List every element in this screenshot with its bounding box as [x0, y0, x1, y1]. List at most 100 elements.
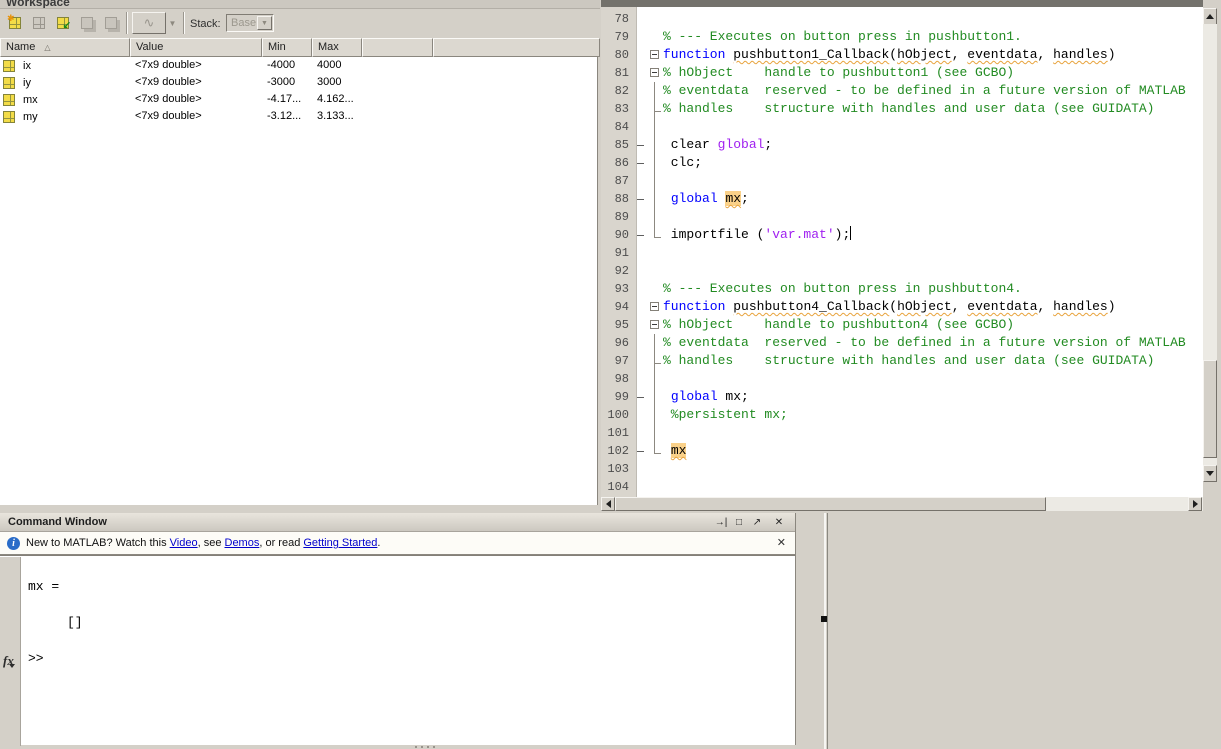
- editor-vertical-scrollbar[interactable]: [1203, 7, 1217, 497]
- breakpoint-margin[interactable]: [633, 10, 649, 28]
- editor-line[interactable]: 99 global mx;: [601, 388, 1203, 406]
- open-selection-button[interactable]: [28, 12, 50, 34]
- editor-line[interactable]: 98: [601, 370, 1203, 388]
- editor-line[interactable]: 78: [601, 10, 1203, 28]
- horizontal-scroll-thumb[interactable]: [615, 497, 1046, 511]
- column-header-name[interactable]: Name△: [0, 38, 130, 57]
- command-prompt[interactable]: >>: [22, 650, 792, 668]
- editor-line[interactable]: 103: [601, 460, 1203, 478]
- scroll-up-button[interactable]: [1203, 8, 1217, 25]
- editor-line[interactable]: 100 %persistent mx;: [601, 406, 1203, 424]
- function-browser-button[interactable]: fx: [3, 653, 20, 669]
- stack-combobox[interactable]: Base ▼: [226, 14, 274, 32]
- breakpoint-margin[interactable]: [633, 172, 649, 190]
- new-variable-button[interactable]: ✱: [4, 12, 26, 34]
- splitter-handle[interactable]: [821, 616, 827, 622]
- vertical-scroll-thumb[interactable]: [1203, 360, 1217, 458]
- breakpoint-margin[interactable]: [633, 46, 649, 64]
- command-window-content[interactable]: fx mx = []>>: [0, 555, 795, 745]
- editor-line[interactable]: 85 clear global;: [601, 136, 1203, 154]
- scroll-right-button[interactable]: [1188, 497, 1202, 511]
- panel-splitter[interactable]: [824, 513, 826, 749]
- editor-line[interactable]: 91: [601, 244, 1203, 262]
- column-header-blank[interactable]: [433, 38, 600, 57]
- breakpoint-margin[interactable]: [633, 262, 649, 280]
- editor-line[interactable]: 88 global mx;: [601, 190, 1203, 208]
- breakpoint-margin[interactable]: [633, 226, 649, 244]
- breakpoint-margin[interactable]: [633, 370, 649, 388]
- editor-line[interactable]: 87: [601, 172, 1203, 190]
- editor-line[interactable]: 93% --- Executes on button press in push…: [601, 280, 1203, 298]
- banner-close-icon[interactable]: ✕: [777, 536, 786, 549]
- breakpoint-margin[interactable]: [633, 460, 649, 478]
- editor-line[interactable]: 79% --- Executes on button press in push…: [601, 28, 1203, 46]
- table-row[interactable]: my<7x9 double>-3.12...3.133...: [0, 108, 597, 125]
- breakpoint-margin[interactable]: [633, 100, 649, 118]
- breakpoint-margin[interactable]: [633, 478, 649, 496]
- code-fold-collapse-icon[interactable]: [650, 302, 659, 311]
- editor-line[interactable]: 84: [601, 118, 1203, 136]
- breakpoint-margin[interactable]: [633, 334, 649, 352]
- editor-line[interactable]: 89: [601, 208, 1203, 226]
- breakpoint-margin[interactable]: [633, 136, 649, 154]
- editor-line[interactable]: 95% hObject handle to pushbutton4 (see G…: [601, 316, 1203, 334]
- breakpoint-margin[interactable]: [633, 118, 649, 136]
- table-row[interactable]: ix<7x9 double>-40004000: [0, 57, 597, 74]
- breakpoint-margin[interactable]: [633, 388, 649, 406]
- stack-dropdown-arrow-icon[interactable]: ▼: [257, 16, 272, 30]
- editor-line[interactable]: 101: [601, 424, 1203, 442]
- breakpoint-margin[interactable]: [633, 208, 649, 226]
- code-fold-collapse-icon[interactable]: [650, 68, 659, 77]
- editor-line[interactable]: 92: [601, 262, 1203, 280]
- close-button[interactable]: ✕: [771, 515, 787, 530]
- code-fold-collapse-icon[interactable]: [650, 50, 659, 59]
- editor-line[interactable]: 104: [601, 478, 1203, 496]
- getting-started-link[interactable]: Getting Started: [303, 537, 377, 549]
- plot-selection-button[interactable]: ∿: [132, 12, 166, 34]
- editor-line[interactable]: 86 clc;: [601, 154, 1203, 172]
- maximize-button[interactable]: □: [731, 515, 747, 530]
- scroll-left-button[interactable]: [601, 497, 615, 511]
- breakpoint-margin[interactable]: [633, 316, 649, 334]
- breakpoint-margin[interactable]: [633, 298, 649, 316]
- breakpoint-margin[interactable]: [633, 190, 649, 208]
- column-header-max[interactable]: Max: [312, 38, 362, 57]
- breakpoint-margin[interactable]: [633, 64, 649, 82]
- table-row[interactable]: mx<7x9 double>-4.17...4.162...: [0, 91, 597, 108]
- breakpoint-margin[interactable]: [633, 154, 649, 172]
- import-data-button[interactable]: ↙: [52, 12, 74, 34]
- breakpoint-margin[interactable]: [633, 244, 649, 262]
- code-fold-collapse-icon[interactable]: [650, 320, 659, 329]
- breakpoint-margin[interactable]: [633, 82, 649, 100]
- workspace-table-body[interactable]: ix<7x9 double>-40004000iy<7x9 double>-30…: [0, 57, 598, 505]
- editor-line[interactable]: 94function pushbutton4_Callback(hObject,…: [601, 298, 1203, 316]
- editor-code-area[interactable]: 7879% --- Executes on button press in pu…: [601, 7, 1203, 497]
- plot-dropdown-button[interactable]: ▼: [166, 12, 179, 34]
- undock-button[interactable]: ↗: [749, 515, 765, 530]
- breakpoint-margin[interactable]: [633, 424, 649, 442]
- breakpoint-margin[interactable]: [633, 28, 649, 46]
- scroll-down-button[interactable]: [1203, 465, 1217, 482]
- column-header-value[interactable]: Value: [130, 38, 262, 57]
- video-link[interactable]: Video: [170, 537, 198, 549]
- splitter-grip[interactable]: [415, 746, 437, 748]
- table-row[interactable]: iy<7x9 double>-30003000: [0, 74, 597, 91]
- editor-line[interactable]: 82% eventdata reserved - to be defined i…: [601, 82, 1203, 100]
- editor-horizontal-scrollbar[interactable]: [601, 497, 1203, 511]
- editor-line[interactable]: 83% handles structure with handles and u…: [601, 100, 1203, 118]
- dock-button[interactable]: →|: [713, 515, 729, 530]
- editor-line[interactable]: 80function pushbutton1_Callback(hObject,…: [601, 46, 1203, 64]
- column-header-min[interactable]: Min: [262, 38, 312, 57]
- column-header-blank[interactable]: [362, 38, 433, 57]
- save-workspace-button[interactable]: [76, 12, 98, 34]
- workspace-titlebar[interactable]: Workspace: [0, 0, 600, 9]
- editor-line[interactable]: 96% eventdata reserved - to be defined i…: [601, 334, 1203, 352]
- demos-link[interactable]: Demos: [225, 537, 260, 549]
- breakpoint-margin[interactable]: [633, 280, 649, 298]
- editor-line[interactable]: 102 mx: [601, 442, 1203, 460]
- command-window-titlebar[interactable]: Command Window →| □ ↗ ✕: [0, 513, 795, 532]
- breakpoint-margin[interactable]: [633, 442, 649, 460]
- breakpoint-margin[interactable]: [633, 406, 649, 424]
- delete-variable-button[interactable]: [100, 12, 122, 34]
- editor-line[interactable]: 90 importfile ('var.mat');: [601, 226, 1203, 244]
